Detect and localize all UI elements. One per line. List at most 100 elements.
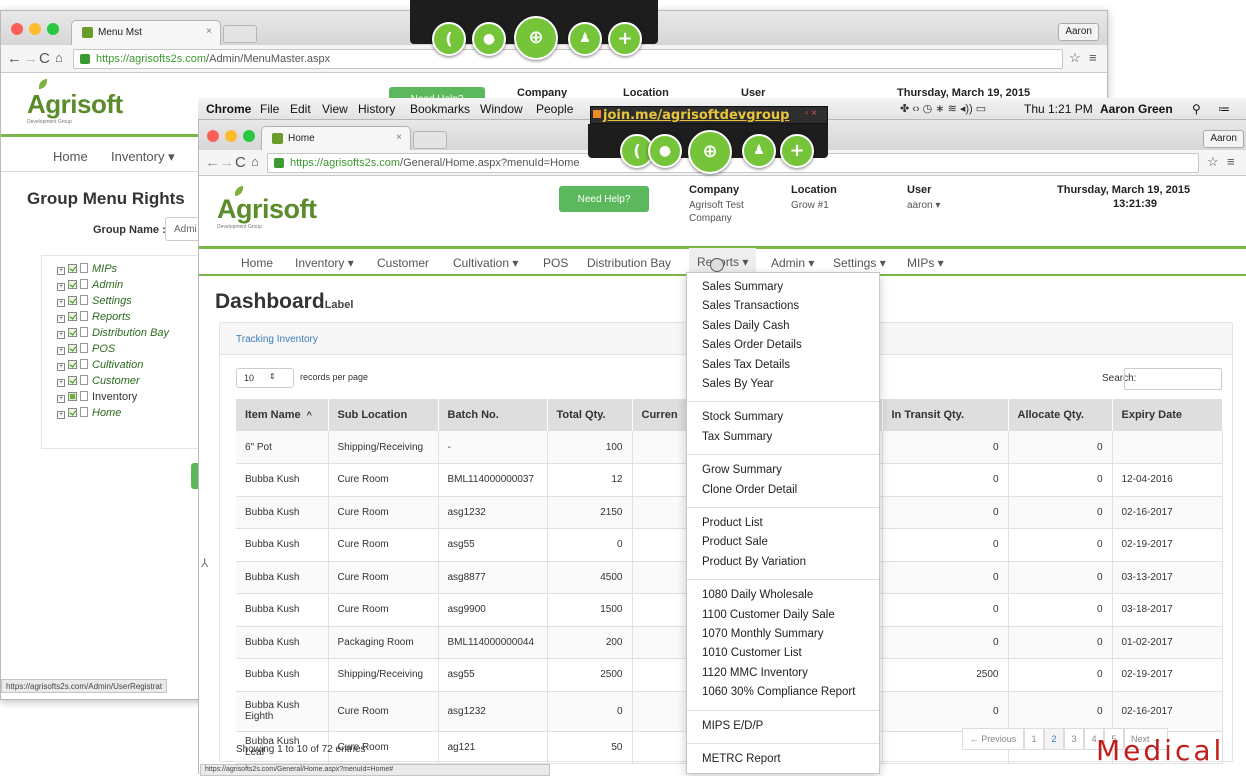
pager-previous[interactable]: ← Previous — [962, 728, 1024, 750]
joinme-zoom-button[interactable]: ⊕ — [514, 16, 558, 60]
reports-menu-item[interactable]: 1120 MMC Inventory — [702, 667, 808, 679]
tree-item-mips[interactable]: + MIPs — [57, 263, 117, 277]
menu-home[interactable]: Home — [53, 149, 88, 164]
tree-item-distribution-bay[interactable]: + Distribution Bay — [57, 327, 169, 341]
menu-settings[interactable]: Settings ▾ — [833, 256, 886, 270]
zoom-window-button[interactable] — [47, 23, 59, 35]
sort-ascending-icon[interactable]: ^ — [307, 410, 312, 420]
pager-page-2[interactable]: 2 — [1044, 728, 1064, 750]
reports-menu-item[interactable]: Tax Summary — [702, 431, 772, 443]
menu-home[interactable]: Home — [241, 256, 273, 270]
forward-arrow-icon[interactable]: → — [219, 154, 234, 171]
profile-button[interactable]: Aaron — [1058, 23, 1099, 41]
reports-menu-item[interactable]: 1100 Customer Daily Sale — [702, 609, 835, 621]
column-header-item-name[interactable]: Item Name ^ — [236, 399, 329, 431]
expand-icon[interactable]: + — [57, 315, 65, 323]
joinme-zoom-button-front[interactable]: ⊕ — [688, 130, 732, 174]
new-tab-button[interactable] — [223, 25, 257, 43]
menu-edit[interactable]: Edit — [290, 102, 311, 116]
joinme-more-button[interactable]: + — [608, 22, 642, 56]
checkbox[interactable] — [68, 408, 77, 417]
menu-chrome[interactable]: Chrome — [206, 102, 251, 116]
reports-menu-item[interactable]: Sales Daily Cash — [702, 320, 790, 332]
column-header-sub-location[interactable]: Sub Location — [328, 399, 439, 431]
spotlight-icon[interactable]: ⚲ — [1192, 102, 1201, 116]
checkbox[interactable] — [68, 328, 77, 337]
reports-menu-item[interactable]: Grow Summary — [702, 464, 782, 476]
reports-menu-item[interactable]: Product By Variation — [702, 556, 806, 568]
joinme-window-controls[interactable]: ▫ × — [805, 108, 817, 119]
page-length-select[interactable]: 10 ⇕ — [236, 368, 294, 388]
menu-window[interactable]: Window — [480, 102, 523, 116]
home-icon[interactable]: ⌂ — [251, 154, 259, 169]
menu-mips[interactable]: MIPs ▾ — [907, 256, 944, 270]
tree-item-home[interactable]: + Home — [57, 407, 121, 421]
tree-item-customer[interactable]: + Customer — [57, 375, 140, 389]
reports-menu-item[interactable]: Clone Order Detail — [702, 484, 797, 496]
close-window-button[interactable] — [207, 130, 219, 142]
notification-center-icon[interactable]: ≔ — [1218, 102, 1230, 116]
expand-icon[interactable]: + — [57, 363, 65, 371]
star-icon[interactable]: ☆ — [1069, 50, 1081, 66]
reports-menu-item[interactable]: Product Sale — [702, 536, 768, 548]
menu-pos[interactable]: POS — [543, 256, 568, 270]
minimize-window-button[interactable] — [225, 130, 237, 142]
reports-menu-item[interactable]: Sales Summary — [702, 281, 783, 293]
back-arrow-icon[interactable]: ← — [205, 154, 220, 171]
menu-view[interactable]: View — [322, 102, 348, 116]
menubar-clock[interactable]: Thu 1:21 PM — [1024, 102, 1093, 116]
need-help-button[interactable]: Need Help? — [559, 186, 649, 212]
tree-item-admin[interactable]: + Admin — [57, 279, 123, 293]
menu-icon[interactable]: ≡ — [1227, 154, 1235, 169]
expand-icon[interactable]: + — [57, 283, 65, 291]
reports-menu-item[interactable]: Stock Summary — [702, 411, 783, 423]
menu-bookmarks[interactable]: Bookmarks — [410, 102, 470, 116]
expand-icon[interactable]: + — [57, 347, 65, 355]
user-dropdown[interactable]: aaron ▾ — [907, 199, 940, 212]
star-icon[interactable]: ☆ — [1207, 154, 1219, 170]
checkbox[interactable] — [68, 280, 77, 289]
menu-people[interactable]: People — [536, 102, 573, 116]
expand-icon[interactable]: + — [57, 411, 65, 419]
expand-icon[interactable]: + — [57, 379, 65, 387]
expand-icon[interactable]: + — [57, 299, 65, 307]
checkbox[interactable] — [68, 360, 77, 369]
reports-menu-item[interactable]: 1070 Monthly Summary — [702, 628, 823, 640]
tree-item-cultivation[interactable]: + Cultivation — [57, 359, 143, 373]
menu-icon[interactable]: ≡ — [1089, 50, 1097, 65]
menu-file[interactable]: File — [260, 102, 279, 116]
checkbox[interactable] — [68, 264, 77, 273]
address-bar[interactable]: https://agrisofts2s.com/Admin/MenuMaster… — [73, 49, 1063, 69]
reload-icon[interactable]: C — [235, 154, 246, 171]
pager-page-1[interactable]: 1 — [1024, 728, 1044, 750]
joinme-call-button[interactable]: ( — [432, 22, 466, 56]
partial-checkbox[interactable] — [68, 392, 77, 401]
joinme-more-button-front[interactable]: + — [780, 134, 814, 168]
profile-button[interactable]: Aaron — [1203, 130, 1244, 148]
new-tab-button[interactable] — [413, 131, 447, 149]
minimize-window-button[interactable] — [29, 23, 41, 35]
search-input[interactable] — [1124, 368, 1222, 390]
checkbox[interactable] — [68, 344, 77, 353]
reports-menu-item[interactable]: Sales Tax Details — [702, 359, 790, 371]
home-icon[interactable]: ⌂ — [55, 50, 63, 65]
menu-history[interactable]: History — [358, 102, 395, 116]
column-header-batch-no[interactable]: Batch No. — [438, 399, 548, 431]
checkbox[interactable] — [68, 312, 77, 321]
checkbox[interactable] — [68, 376, 77, 385]
column-header-total-qty[interactable]: Total Qty. — [547, 399, 633, 431]
menu-admin[interactable]: Admin ▾ — [771, 256, 814, 270]
reports-menu-item[interactable]: 1080 Daily Wholesale — [702, 589, 813, 601]
close-icon[interactable]: × — [206, 26, 212, 37]
tree-item-inventory[interactable]: + Inventory — [57, 391, 137, 405]
column-header-expiry[interactable]: Expiry Date — [1112, 399, 1223, 431]
back-arrow-icon[interactable]: ← — [7, 50, 22, 67]
tree-item-settings[interactable]: + Settings — [57, 295, 132, 309]
joinme-participants-button-front[interactable]: ♟ — [742, 134, 776, 168]
reports-menu-item[interactable]: Sales Transactions — [702, 300, 799, 312]
joinme-chat-button[interactable]: ● — [472, 22, 506, 56]
menu-customer[interactable]: Customer — [377, 256, 429, 270]
expand-icon[interactable]: + — [57, 331, 65, 339]
reports-menu-item[interactable]: 1060 30% Compliance Report — [702, 686, 855, 698]
reports-menu-item[interactable]: Product List — [702, 517, 763, 529]
